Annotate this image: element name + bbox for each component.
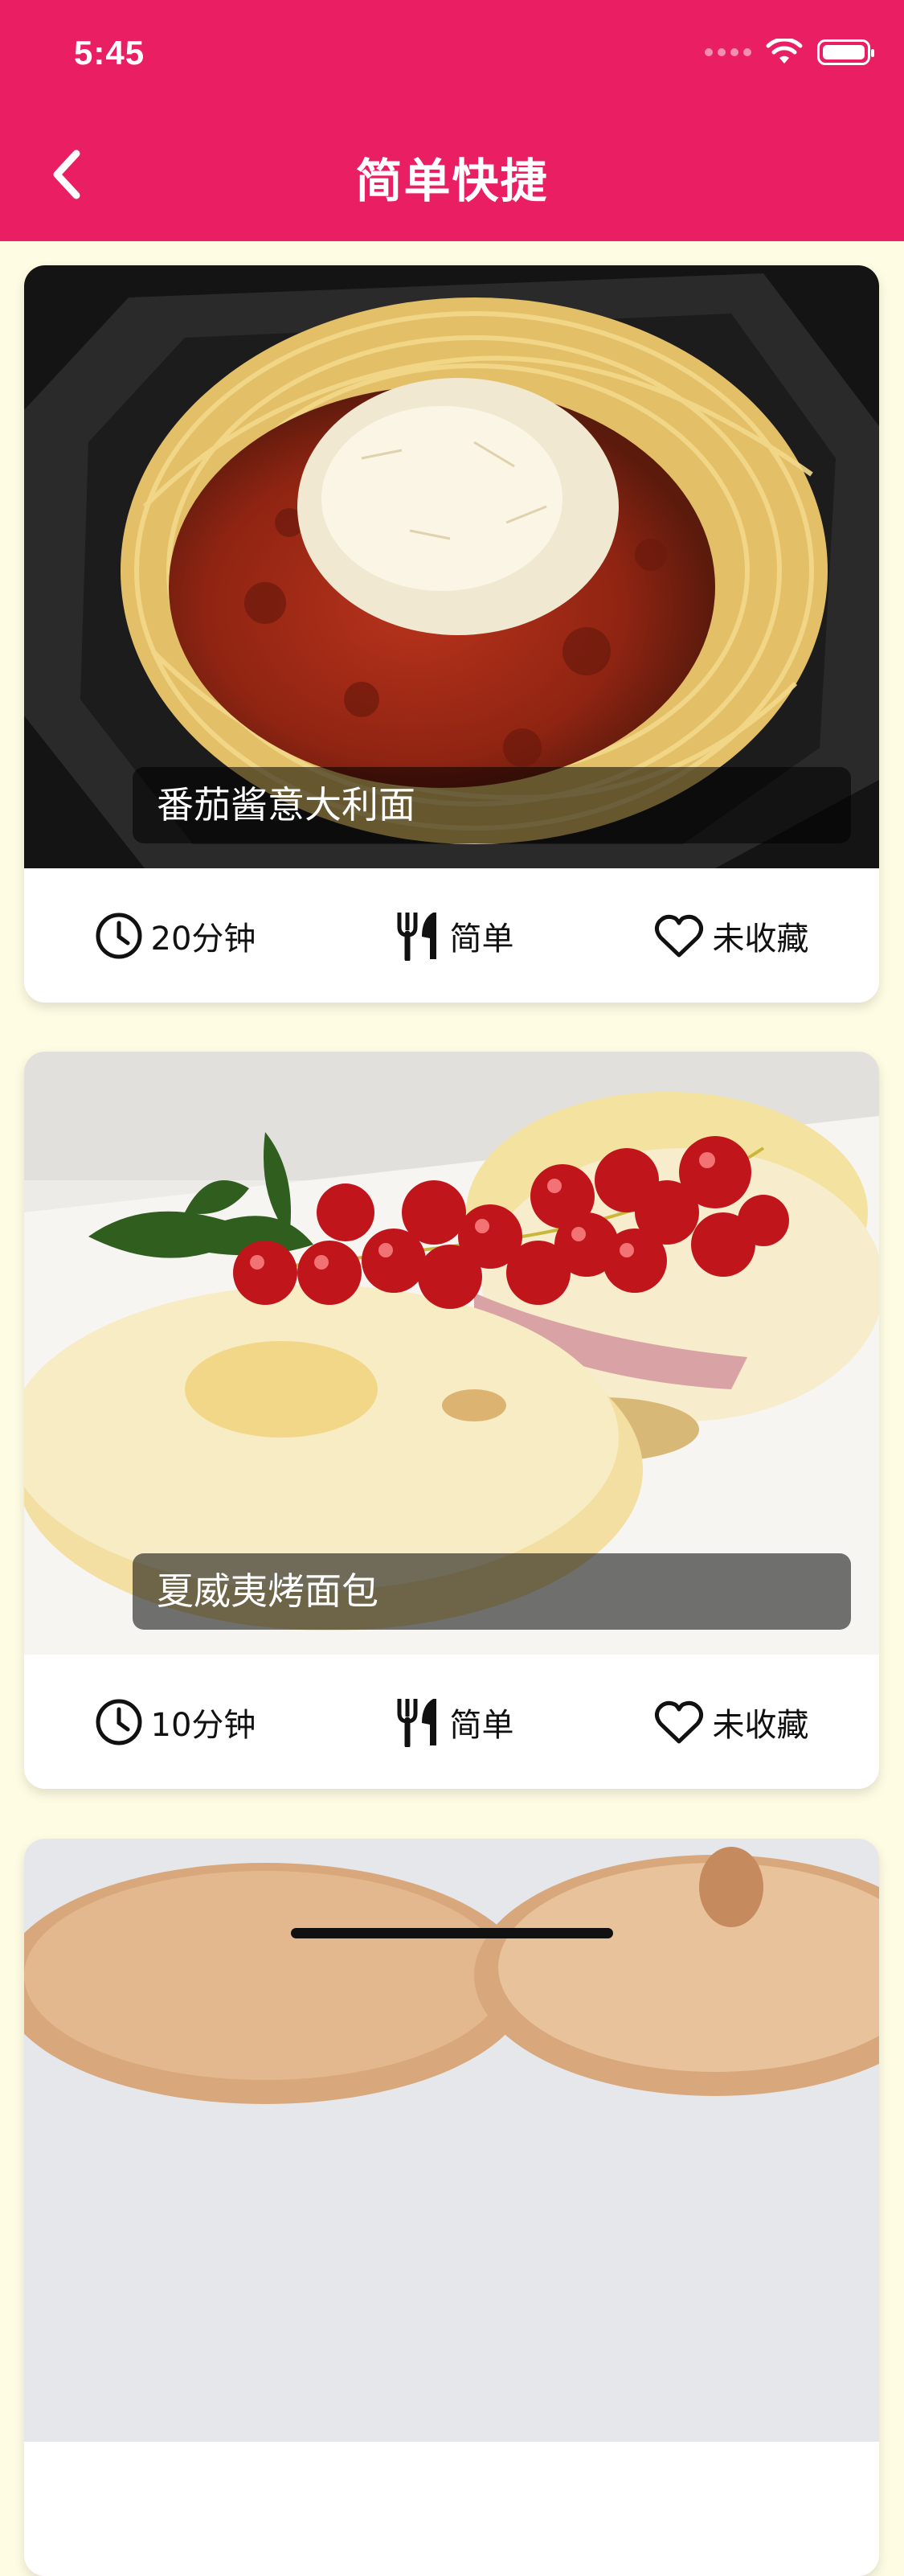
recipe-card[interactable]: 番茄酱意大利面 20分钟 简单 未收藏 (24, 265, 879, 1003)
difficulty-label: 简单 (449, 1706, 514, 1744)
fork-knife-icon (397, 1698, 437, 1747)
app-bar: 5:45 简单快捷 (0, 0, 904, 241)
home-indicator[interactable] (291, 1928, 613, 1938)
fork-knife-icon (397, 912, 437, 961)
status-time: 5:45 (74, 34, 145, 72)
duration-item: 10分钟 (95, 1698, 256, 1746)
recipe-title: 番茄酱意大利面 (133, 767, 851, 843)
clock-icon (96, 1699, 142, 1745)
difficulty-item: 简单 (396, 1697, 513, 1747)
favorite-item[interactable]: 未收藏 (654, 913, 808, 959)
duration-item: 20分钟 (95, 912, 256, 960)
recipe-card[interactable] (24, 1839, 879, 2576)
duration-label: 10分钟 (150, 1706, 256, 1744)
difficulty-item: 简单 (396, 911, 513, 961)
recipe-meta: 10分钟 简单 未收藏 (24, 1655, 879, 1789)
favorite-label: 未收藏 (712, 1706, 809, 1744)
page-title: 简单快捷 (355, 154, 549, 208)
recipe-title: 夏威夷烤面包 (133, 1553, 851, 1630)
signal-icon (705, 48, 751, 56)
recipe-meta: 20分钟 简单 未收藏 (24, 868, 879, 1003)
favorite-item[interactable]: 未收藏 (654, 1699, 808, 1745)
wifi-icon (766, 39, 803, 64)
recipe-card[interactable]: 夏威夷烤面包 10分钟 简单 未收藏 (24, 1052, 879, 1789)
status-indicators (705, 39, 874, 66)
duration-label: 20分钟 (150, 920, 256, 958)
favorite-label: 未收藏 (712, 920, 809, 958)
heart-icon[interactable] (654, 913, 704, 958)
difficulty-label: 简单 (449, 920, 514, 958)
battery-icon (817, 39, 874, 65)
clock-icon (96, 913, 142, 958)
heart-icon[interactable] (654, 1700, 704, 1745)
